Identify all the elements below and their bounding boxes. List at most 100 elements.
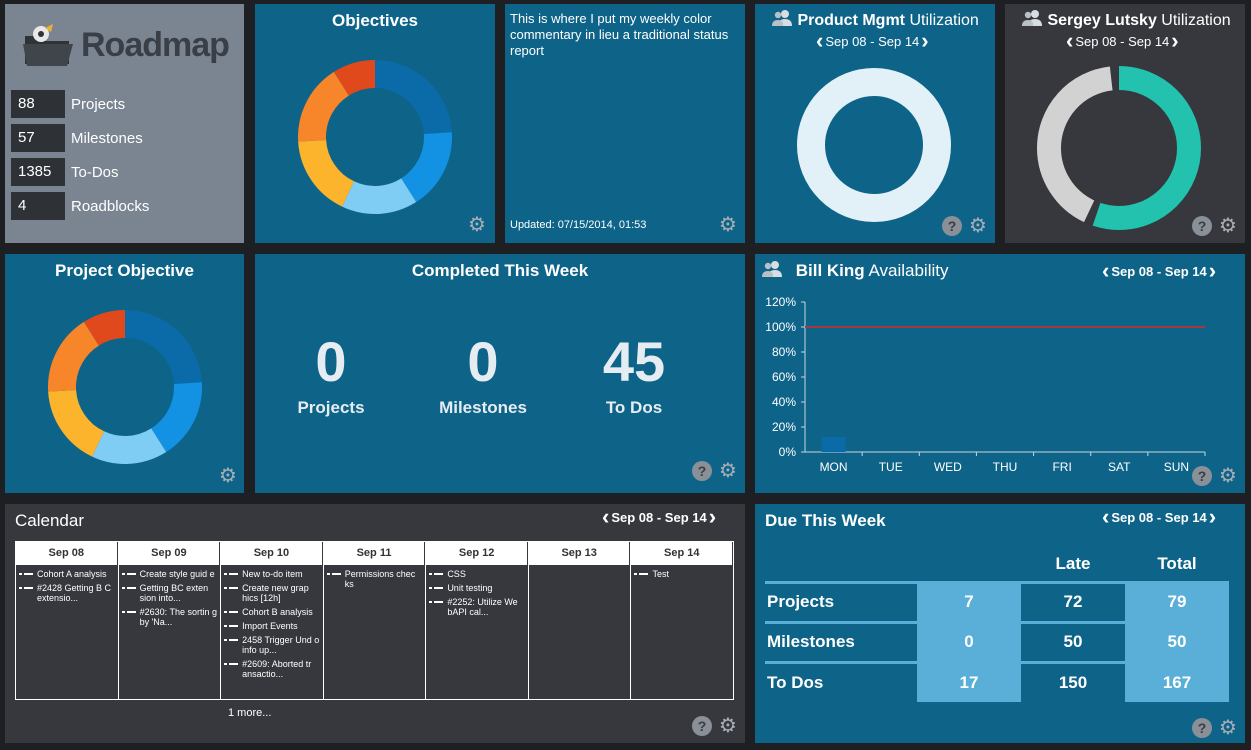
- chevron-right-icon[interactable]: ›: [1207, 260, 1218, 282]
- calendar-todo-item[interactable]: New to-do item: [224, 569, 320, 579]
- calendar-todo-item[interactable]: Create style guid e: [121, 569, 218, 579]
- settings-gear-icon[interactable]: ⚙: [968, 216, 988, 236]
- project-objective-title: Project Objective: [55, 261, 194, 280]
- due-header-row: Late Total: [765, 548, 1229, 582]
- bar: [821, 437, 846, 452]
- sergey-donut: [1037, 66, 1201, 230]
- calendar-day-column: Sep 14 Test: [631, 542, 734, 699]
- settings-gear-icon[interactable]: ⚙: [1218, 718, 1238, 738]
- chevron-left-icon[interactable]: ‹: [600, 506, 611, 528]
- calendar-day-column: Sep 12 CSS Unit testing #2252: Utilize We b…: [426, 542, 529, 699]
- people-icon: [762, 261, 782, 277]
- todo-text: Cohort A analysis: [37, 569, 107, 579]
- calendar-todo-item[interactable]: #2252: Utilize We bAPI cal...: [429, 597, 525, 617]
- todo-bullet-icon: [19, 587, 37, 589]
- todo-text: #2609: Aborted tr ansactio...: [242, 659, 312, 679]
- calendar-todo-item[interactable]: CSS: [429, 569, 525, 579]
- project-objective-panel: Project Objective ⚙: [5, 254, 244, 493]
- chevron-left-icon[interactable]: ‹: [814, 30, 825, 52]
- calendar-todo-item[interactable]: Cohort B analysis: [224, 607, 320, 617]
- stat-projects[interactable]: 88 Projects: [11, 90, 125, 118]
- todo-text: Permissions chec ks: [344, 569, 416, 589]
- todo-text: Import Events: [242, 621, 298, 631]
- chevron-left-icon[interactable]: ‹: [1100, 506, 1111, 528]
- calendar-todo-item[interactable]: Permissions chec ks: [326, 569, 423, 589]
- completed-label: To Dos: [605, 398, 663, 417]
- completed-title: Completed This Week: [411, 261, 589, 280]
- week-nav: ‹ Sep 08 - Sep 14 ›: [1100, 506, 1218, 528]
- calendar-todo-item[interactable]: #2630: The sortin g by 'Na...: [121, 607, 218, 627]
- todo-text: Create new grap hics [12h]: [242, 583, 309, 603]
- calendar-todo-item[interactable]: Test: [634, 569, 730, 579]
- todo-bullet-icon: [429, 587, 448, 589]
- settings-gear-icon[interactable]: ⚙: [218, 466, 238, 486]
- calendar-todo-item[interactable]: Import Events: [224, 621, 320, 631]
- chevron-right-icon[interactable]: ›: [1169, 30, 1180, 52]
- completed-projects: 0 Projects: [271, 332, 391, 418]
- table-row[interactable]: Projects 7 72 79: [765, 580, 1229, 622]
- cell-late: 72: [1021, 580, 1125, 622]
- settings-gear-icon[interactable]: ⚙: [467, 215, 487, 235]
- todo-bullet-icon: [19, 573, 37, 575]
- chevron-right-icon[interactable]: ›: [919, 30, 930, 52]
- chevron-right-icon[interactable]: ›: [1207, 506, 1218, 528]
- calendar-day-header: Sep 10: [221, 542, 323, 565]
- availability-chart: 0% 20% 40% 60% 80% 100% 120% MON TUE WED THU FRI SAT…: [765, 295, 1206, 474]
- calendar-day-column: Sep 10 New to-do item Create new grap hics…: [221, 542, 324, 699]
- chevron-right-icon[interactable]: ›: [707, 506, 718, 528]
- y-tick-label: 0%: [779, 445, 797, 459]
- completed-this-week-panel: Completed This Week 0 Projects 0 Milesto…: [255, 254, 745, 493]
- calendar-todo-item[interactable]: Create new grap hics [12h]: [224, 583, 320, 603]
- week-range: Sep 08 - Sep 14: [825, 33, 920, 49]
- people-icon: [1022, 10, 1042, 26]
- title-suffix: Utilization: [909, 12, 979, 29]
- settings-gear-icon[interactable]: ⚙: [718, 215, 738, 235]
- todo-bullet-icon: [634, 573, 653, 575]
- stat-value: 4: [11, 192, 65, 220]
- completed-todos: 45 To Dos: [574, 332, 694, 418]
- completed-label: Projects: [297, 398, 365, 417]
- calendar-todo-item[interactable]: Cohort A analysis: [19, 569, 115, 579]
- help-icon[interactable]: ?: [1192, 466, 1212, 486]
- calendar-grid: Sep 08 Cohort A analysis #2428 Getting B C…: [15, 541, 734, 700]
- people-icon: [772, 10, 792, 26]
- todo-bullet-icon: [121, 587, 140, 589]
- stat-roadblocks[interactable]: 4 Roadblocks: [11, 192, 149, 220]
- more-link[interactable]: 1 more...: [228, 707, 271, 719]
- stat-milestones[interactable]: 57 Milestones: [11, 124, 143, 152]
- calendar-todo-item[interactable]: #2428 Getting B C extensio...: [19, 583, 115, 603]
- calendar-todo-item[interactable]: #2609: Aborted tr ansactio...: [224, 659, 320, 679]
- help-icon[interactable]: ?: [1192, 718, 1212, 738]
- table-row[interactable]: To Dos 17 150 167: [765, 660, 1229, 702]
- calendar-todo-item[interactable]: Getting BC exten sion into...: [121, 583, 218, 603]
- stat-todos[interactable]: 1385 To-Dos: [11, 158, 119, 186]
- roadmap-panel: Roadmap 88 Projects 57 Milestones 1385 T…: [5, 4, 244, 243]
- week-nav: ‹ Sep 08 - Sep 14 ›: [1064, 30, 1181, 52]
- table-row[interactable]: Milestones 0 50 50: [765, 620, 1229, 662]
- settings-gear-icon[interactable]: ⚙: [1218, 216, 1238, 236]
- help-icon[interactable]: ?: [692, 716, 712, 736]
- todo-bullet-icon: [224, 587, 243, 589]
- settings-gear-icon[interactable]: ⚙: [718, 716, 738, 736]
- chevron-left-icon[interactable]: ‹: [1064, 30, 1075, 52]
- x-tick-label: THU: [993, 460, 1018, 474]
- y-tick-label: 80%: [772, 345, 796, 359]
- availability-panel: Bill King Availability ‹ Sep 08 - Sep 14…: [755, 254, 1245, 493]
- help-icon[interactable]: ?: [692, 461, 712, 481]
- todo-bullet-icon: [224, 625, 243, 627]
- todo-bullet-icon: [224, 639, 243, 641]
- calendar-panel: Calendar ‹ Sep 08 - Sep 14 › Sep 08 Cohor…: [5, 504, 745, 743]
- due-table: Late Total Projects 7 72 79 Milestones 0…: [765, 548, 1229, 702]
- roadmap-logo: Roadmap: [19, 22, 230, 68]
- calendar-todo-item[interactable]: Unit testing: [429, 583, 525, 593]
- settings-gear-icon[interactable]: ⚙: [1218, 466, 1238, 486]
- week-nav: ‹ Sep 08 - Sep 14 ›: [600, 506, 718, 528]
- chevron-left-icon[interactable]: ‹: [1100, 260, 1111, 282]
- help-icon[interactable]: ?: [1192, 216, 1212, 236]
- title-suffix: Utilization: [1161, 12, 1231, 29]
- todo-text: Getting BC exten sion into...: [139, 583, 209, 603]
- help-icon[interactable]: ?: [942, 216, 962, 236]
- cell-total: 79: [1125, 580, 1229, 622]
- settings-gear-icon[interactable]: ⚙: [718, 461, 738, 481]
- calendar-todo-item[interactable]: 2458 Trigger Und o info up...: [224, 635, 320, 655]
